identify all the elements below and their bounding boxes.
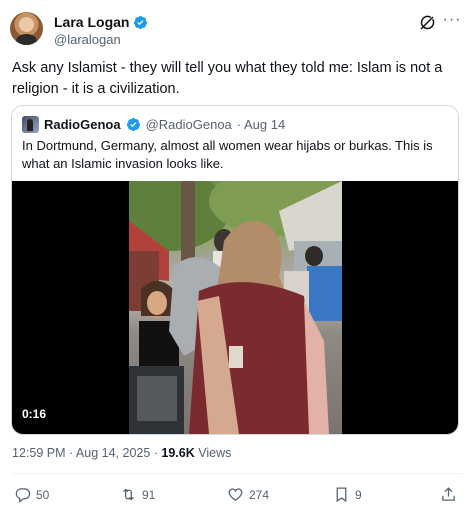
video-duration: 0:16 [22, 407, 47, 421]
quote-author-handle[interactable]: @RadioGenoa [146, 117, 232, 132]
tweet-timestamp[interactable]: 12:59 PM · Aug 14, 2025 · [12, 446, 161, 460]
video-frame [129, 181, 342, 434]
author-name[interactable]: Lara Logan [54, 14, 129, 30]
author-avatar[interactable] [10, 12, 43, 45]
more-icon[interactable]: ··· [442, 12, 462, 32]
author-name-line: Lara Logan [54, 14, 148, 30]
repost-count: 91 [142, 487, 156, 502]
reply-button[interactable]: 50 [14, 486, 49, 503]
like-icon [228, 488, 243, 501]
quote-date[interactable]: · Aug 14 [237, 117, 285, 132]
quoted-tweet[interactable]: RadioGenoa @RadioGenoa · Aug 14 In Dortm… [11, 105, 459, 435]
repost-button[interactable]: 91 [120, 486, 155, 503]
tweet-header: Lara Logan @laralogan ··· [10, 12, 464, 52]
grok-icon[interactable] [418, 14, 436, 32]
quote-header: RadioGenoa @RadioGenoa · Aug 14 [22, 116, 285, 133]
tweet-text: Ask any Islamist - they will tell you wh… [12, 60, 443, 97]
tweet-meta: 12:59 PM · Aug 14, 2025 · 19.6K Views [12, 446, 231, 460]
verified-badge-icon [126, 117, 140, 132]
verified-badge-icon [134, 15, 148, 29]
repost-icon [123, 488, 134, 501]
reply-count: 50 [36, 487, 50, 502]
quote-author-name[interactable]: RadioGenoa [44, 117, 121, 132]
bookmark-button[interactable]: 9 [333, 486, 362, 503]
like-count: 274 [249, 487, 270, 502]
reply-icon [15, 488, 31, 503]
divider [11, 473, 463, 474]
quote-avatar[interactable] [22, 116, 39, 133]
author-handle[interactable]: @laralogan [54, 32, 121, 47]
video-scene [129, 181, 342, 434]
video-player[interactable]: 0:16 [12, 181, 458, 434]
like-button[interactable]: 274 [227, 486, 269, 503]
share-icon [442, 487, 455, 501]
action-bar: 50 91 274 9 [0, 486, 474, 504]
views-label: Views [194, 446, 232, 460]
share-button[interactable] [440, 486, 457, 503]
bookmark-icon [336, 487, 347, 503]
bookmark-count: 9 [355, 487, 362, 502]
quote-text: In Dortmund, Germany, almost all women w… [22, 138, 433, 171]
views-count: 19.6K [161, 446, 195, 460]
